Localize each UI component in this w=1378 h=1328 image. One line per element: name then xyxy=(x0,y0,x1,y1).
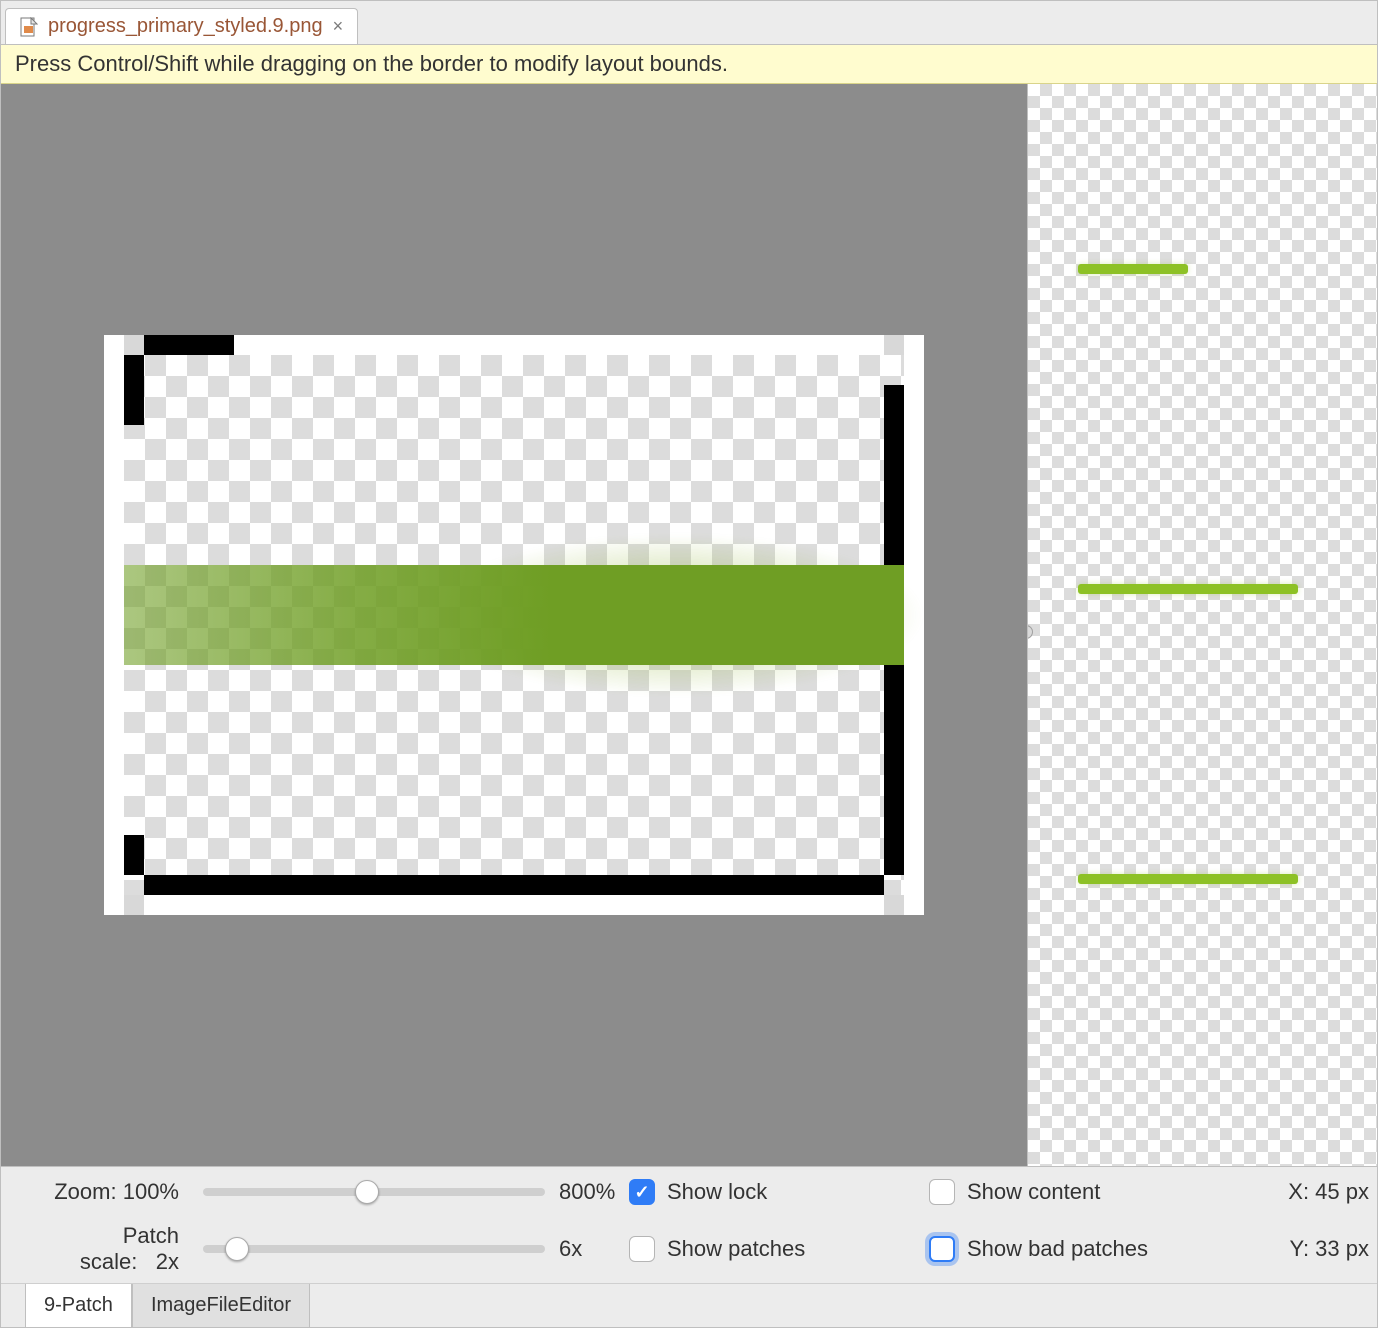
patch-marker-top[interactable] xyxy=(144,335,234,355)
checkbox-icon xyxy=(629,1179,655,1205)
checkbox-icon xyxy=(929,1179,955,1205)
controls-bar: Zoom: 100% 800% Show lock Show content X… xyxy=(1,1166,1377,1283)
checkbox-label: Show patches xyxy=(667,1236,805,1262)
show-lock-checkbox[interactable]: Show lock xyxy=(629,1179,929,1205)
show-content-checkbox[interactable]: Show content xyxy=(929,1179,1219,1205)
file-tab-bar: progress_primary_styled.9.png × xyxy=(1,1,1377,45)
preview-sample xyxy=(1078,264,1188,274)
patch-marker-left[interactable] xyxy=(124,355,144,425)
bottom-tab-bar: 9-Patch ImageFileEditor xyxy=(1,1283,1377,1327)
hint-bar: Press Control/Shift while dragging on th… xyxy=(1,45,1377,84)
slider-thumb[interactable] xyxy=(225,1237,249,1261)
show-bad-patches-checkbox[interactable]: Show bad patches xyxy=(929,1236,1219,1262)
patch-marker-bottom[interactable] xyxy=(144,875,884,895)
preview-sample xyxy=(1078,584,1298,594)
tab-9patch[interactable]: 9-Patch xyxy=(25,1284,132,1328)
checkbox-icon xyxy=(629,1236,655,1262)
patch-scale-slider[interactable] xyxy=(203,1245,545,1253)
zoom-label: Zoom: xyxy=(54,1179,116,1204)
patch-scale-min-label: 2x xyxy=(156,1249,179,1274)
ninepatch-canvas[interactable] xyxy=(104,335,924,915)
canvas-corner xyxy=(124,895,144,915)
progress-graphic xyxy=(124,565,904,665)
cursor-y: Y: 33 px xyxy=(1219,1236,1369,1262)
main-area xyxy=(1,84,1377,1166)
preview-pane[interactable] xyxy=(1027,84,1377,1166)
cursor-x: X: 45 px xyxy=(1219,1179,1369,1205)
show-patches-checkbox[interactable]: Show patches xyxy=(629,1236,929,1262)
canvas-corner xyxy=(124,335,144,355)
zoom-max-label: 800% xyxy=(559,1179,629,1205)
file-tab[interactable]: progress_primary_styled.9.png × xyxy=(5,8,358,44)
canvas-corner xyxy=(884,335,904,355)
splitter-handle[interactable] xyxy=(1027,625,1033,639)
editor-canvas-pane[interactable] xyxy=(1,84,1027,1166)
checkbox-label: Show content xyxy=(967,1179,1100,1205)
canvas-corner xyxy=(884,895,904,915)
tab-image-file-editor[interactable]: ImageFileEditor xyxy=(132,1284,310,1328)
image-file-icon xyxy=(20,17,38,37)
zoom-slider[interactable] xyxy=(203,1188,545,1196)
patch-marker-left-bottom[interactable] xyxy=(124,835,144,875)
close-icon[interactable]: × xyxy=(333,16,344,37)
checkbox-icon xyxy=(929,1236,955,1262)
checkbox-label: Show bad patches xyxy=(967,1236,1148,1262)
patch-scale-max-label: 6x xyxy=(559,1236,629,1262)
progress-bar xyxy=(124,565,904,665)
preview-sample xyxy=(1078,874,1298,884)
slider-thumb[interactable] xyxy=(355,1180,379,1204)
zoom-min-label: 100% xyxy=(123,1179,179,1204)
file-tab-label: progress_primary_styled.9.png xyxy=(48,15,323,38)
checkbox-label: Show lock xyxy=(667,1179,767,1205)
